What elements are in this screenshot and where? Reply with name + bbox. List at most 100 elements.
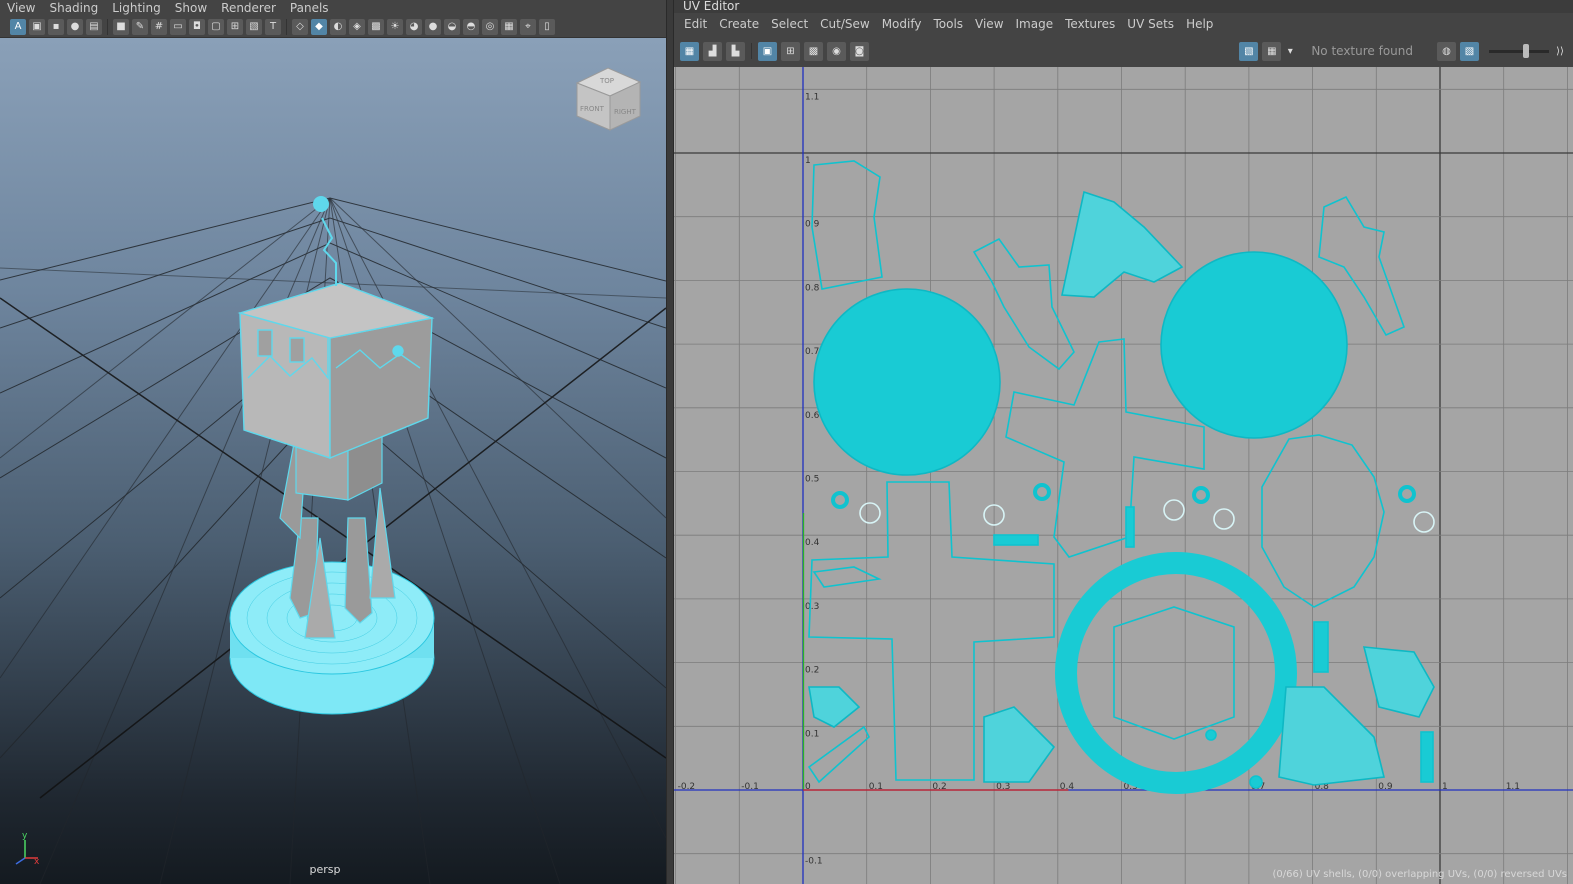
dim-image-icon[interactable]: ▧ — [1460, 41, 1479, 61]
uv-shaded-icon[interactable]: ▙ — [726, 41, 745, 61]
uv-grid-icon[interactable]: ▣ — [758, 41, 777, 61]
wireframe-on-shaded-icon[interactable]: ◈ — [349, 18, 365, 35]
antialiasing-icon[interactable]: ◒ — [444, 18, 460, 35]
uv-shell-foot-right — [1362, 646, 1435, 718]
uv-shell-disc-left — [813, 288, 1001, 476]
default-material-icon[interactable]: ◐ — [330, 18, 346, 35]
xray-joints-icon[interactable]: ⌖ — [520, 18, 536, 35]
u-axis-label: 1 — [1442, 782, 1448, 792]
uv-menu-create[interactable]: Create — [713, 17, 765, 31]
textured-icon[interactable]: ▩ — [368, 18, 384, 35]
safe-title-icon[interactable]: T — [265, 18, 281, 35]
uv-menu-tools[interactable]: Tools — [927, 17, 969, 31]
texture-status: No texture found — [1311, 44, 1413, 58]
chevron-down-icon[interactable]: ▾ — [1285, 42, 1295, 61]
uv-menubar: Edit Create Select Cut/Sew Modify Tools … — [674, 13, 1573, 35]
panel-divider[interactable] — [666, 0, 674, 884]
depth-of-field-icon[interactable]: ◓ — [463, 18, 479, 35]
menu-shading[interactable]: Shading — [42, 0, 105, 16]
checkerboard-icon[interactable]: ▦ — [1262, 41, 1282, 61]
image-plane-icon[interactable]: ● — [67, 18, 83, 35]
perspective-viewport[interactable]: TOP FRONT RIGHT y x persp — [0, 38, 666, 884]
uv-shell-leg-upper — [1061, 190, 1184, 298]
camera-attributes-icon[interactable]: ▣ — [29, 18, 45, 35]
uv-distortion-icon[interactable]: ▟ — [703, 41, 722, 61]
perspective-panel: View Shading Lighting Show Renderer Pane… — [0, 0, 666, 884]
uv-shell-circle-3 — [1163, 499, 1185, 521]
u-axis-label: -0.1 — [741, 782, 759, 792]
ambient-occlusion-icon[interactable]: ● — [425, 18, 441, 35]
bookmark-icon[interactable]: ▪ — [48, 18, 64, 35]
smooth-shade-icon[interactable]: ◆ — [311, 18, 327, 35]
uv-shell-small-1 — [808, 686, 861, 728]
uv-editor-panel: UV Editor Edit Create Select Cut/Sew Mod… — [674, 0, 1573, 884]
uv-menu-select[interactable]: Select — [765, 17, 814, 31]
camera-icon[interactable]: ■ — [113, 18, 129, 35]
view-cube[interactable]: TOP FRONT RIGHT — [575, 67, 642, 131]
uv-menu-modify[interactable]: Modify — [876, 17, 928, 31]
gate-mask-icon[interactable]: ▢ — [208, 18, 224, 35]
lights-icon[interactable]: ☀ — [387, 18, 403, 35]
resolution-gate-icon[interactable]: ◘ — [189, 18, 205, 35]
uv-filter-icon[interactable]: ◉ — [827, 41, 846, 61]
field-chart-icon[interactable]: ⊞ — [227, 18, 243, 35]
exposure-icon[interactable]: ◍ — [1437, 41, 1456, 61]
uv-menu-uv-sets[interactable]: UV Sets — [1121, 17, 1180, 31]
uv-shell-circle-4 — [1213, 508, 1235, 530]
uv-menu-cut-sew[interactable]: Cut/Sew — [814, 17, 876, 31]
image-dim-slider[interactable] — [1489, 43, 1549, 58]
uv-shell-dot-1 — [831, 491, 849, 509]
uv-checker-icon[interactable]: ▩ — [804, 41, 823, 61]
wireframe-icon[interactable]: ◇ — [292, 18, 308, 35]
panel-layout-icon[interactable]: ▯ — [539, 18, 555, 35]
select-camera-icon[interactable]: A — [10, 18, 26, 35]
menu-view[interactable]: View — [0, 0, 42, 16]
2d-pan-icon[interactable]: ▤ — [86, 18, 102, 35]
v-axis-label: 1 — [805, 156, 811, 166]
uv-shell-panel — [811, 160, 883, 290]
shadows-icon[interactable]: ◕ — [406, 18, 422, 35]
u-axis-label: 0.3 — [996, 782, 1010, 792]
uv-shell-foot-left — [1278, 686, 1385, 786]
menu-show[interactable]: Show — [168, 0, 214, 16]
uv-shell-thin — [812, 566, 882, 588]
uv-shell-rect-vertical — [1125, 506, 1135, 548]
viewcube-front-label: FRONT — [580, 105, 605, 113]
u-axis-label: 0.4 — [1060, 782, 1075, 792]
uv-menu-view[interactable]: View — [969, 17, 1009, 31]
v-axis-label: 0.3 — [805, 602, 819, 612]
u-axis-label: 0.9 — [1378, 782, 1393, 792]
menu-lighting[interactable]: Lighting — [105, 0, 168, 16]
uv-menu-edit[interactable]: Edit — [678, 17, 713, 31]
v-axis-label: 0.4 — [805, 538, 820, 548]
uv-menu-image[interactable]: Image — [1010, 17, 1060, 31]
uv-editor-title: UV Editor — [674, 0, 1573, 13]
v-axis-label: 0.2 — [805, 666, 819, 676]
v-axis-label: -0.1 — [805, 857, 823, 867]
uv-menu-help[interactable]: Help — [1180, 17, 1219, 31]
expand-toolbar-icon[interactable]: ⟩⟩ — [1553, 42, 1567, 61]
u-axis-label: 0.1 — [869, 782, 883, 792]
slider-knob[interactable] — [1523, 43, 1529, 58]
uv-grid-canvas[interactable]: -0.2-0.100.10.20.30.40.50.60.70.80.911.1… — [674, 67, 1573, 884]
uv-pixel-snap-icon[interactable]: ⊞ — [781, 41, 800, 61]
uv-toolkit-icon[interactable]: ▦ — [680, 41, 699, 61]
isolate-select-icon[interactable]: ◎ — [482, 18, 498, 35]
uv-shell-torso — [1261, 434, 1385, 608]
menu-renderer[interactable]: Renderer — [214, 0, 283, 16]
uv-shell-ring-inner — [1113, 606, 1235, 740]
axis-gizmo: y x — [15, 831, 40, 867]
safe-action-icon[interactable]: ▧ — [246, 18, 262, 35]
grid-toggle-icon[interactable]: # — [151, 18, 167, 35]
grease-pencil-icon[interactable]: ✎ — [132, 18, 148, 35]
uv-menu-textures[interactable]: Textures — [1059, 17, 1121, 31]
uv-shell-dot-5 — [1249, 775, 1263, 789]
toolbar-separator — [286, 18, 287, 35]
xray-icon[interactable]: ▦ — [501, 18, 517, 35]
film-gate-icon[interactable]: ▭ — [170, 18, 186, 35]
uv-snapshot-icon[interactable]: ◙ — [850, 41, 869, 61]
uv-shell-disc-right — [1160, 251, 1348, 439]
menu-panels[interactable]: Panels — [283, 0, 336, 16]
display-image-icon[interactable]: ▧ — [1239, 41, 1259, 61]
viewcube-right-label: RIGHT — [614, 108, 637, 116]
